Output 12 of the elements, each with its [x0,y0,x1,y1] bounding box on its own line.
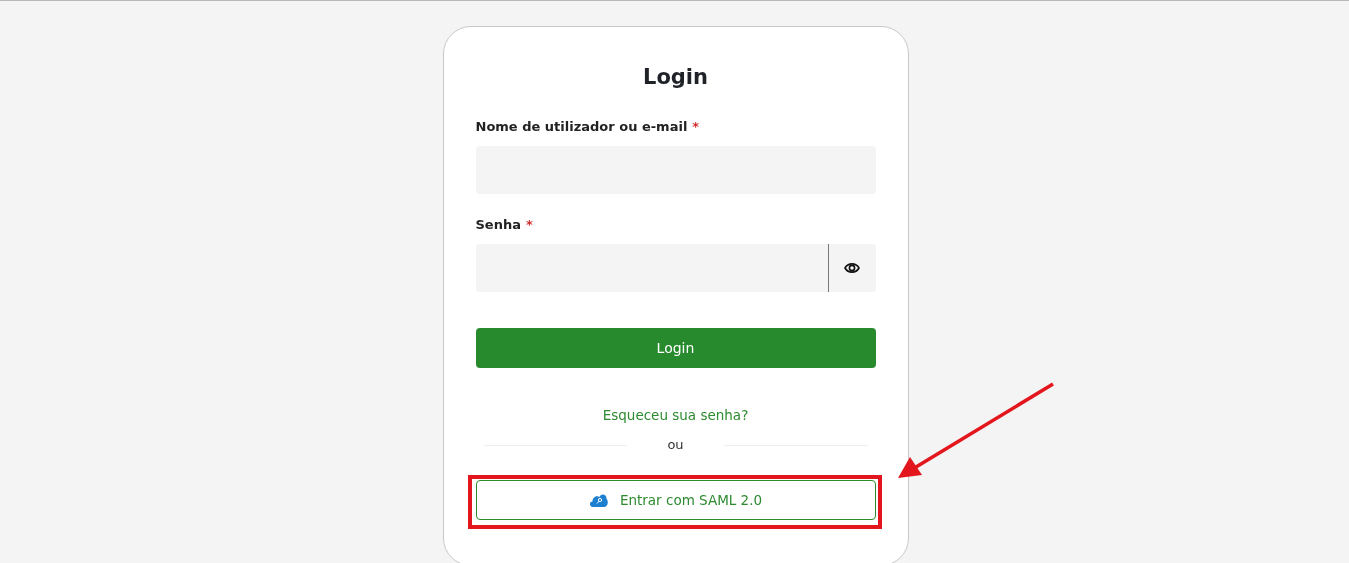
field-label: Nome de utilizador ou e-mail [475,119,688,135]
login-title: Login [642,65,709,90]
saml-login-button[interactable]: Entrar com SAML 2.0 [475,480,876,520]
required-mark: * [525,217,533,233]
field-label: Senha [475,217,521,233]
required-mark: * [692,119,700,135]
forgot-password-link[interactable]: Esqueceu sua senha? [602,407,749,423]
divider-text: ou [667,437,684,453]
login-button[interactable]: Login [475,328,876,368]
eye-icon [844,262,860,274]
cloud-key-icon [588,493,608,507]
password-field[interactable] [475,244,876,292]
